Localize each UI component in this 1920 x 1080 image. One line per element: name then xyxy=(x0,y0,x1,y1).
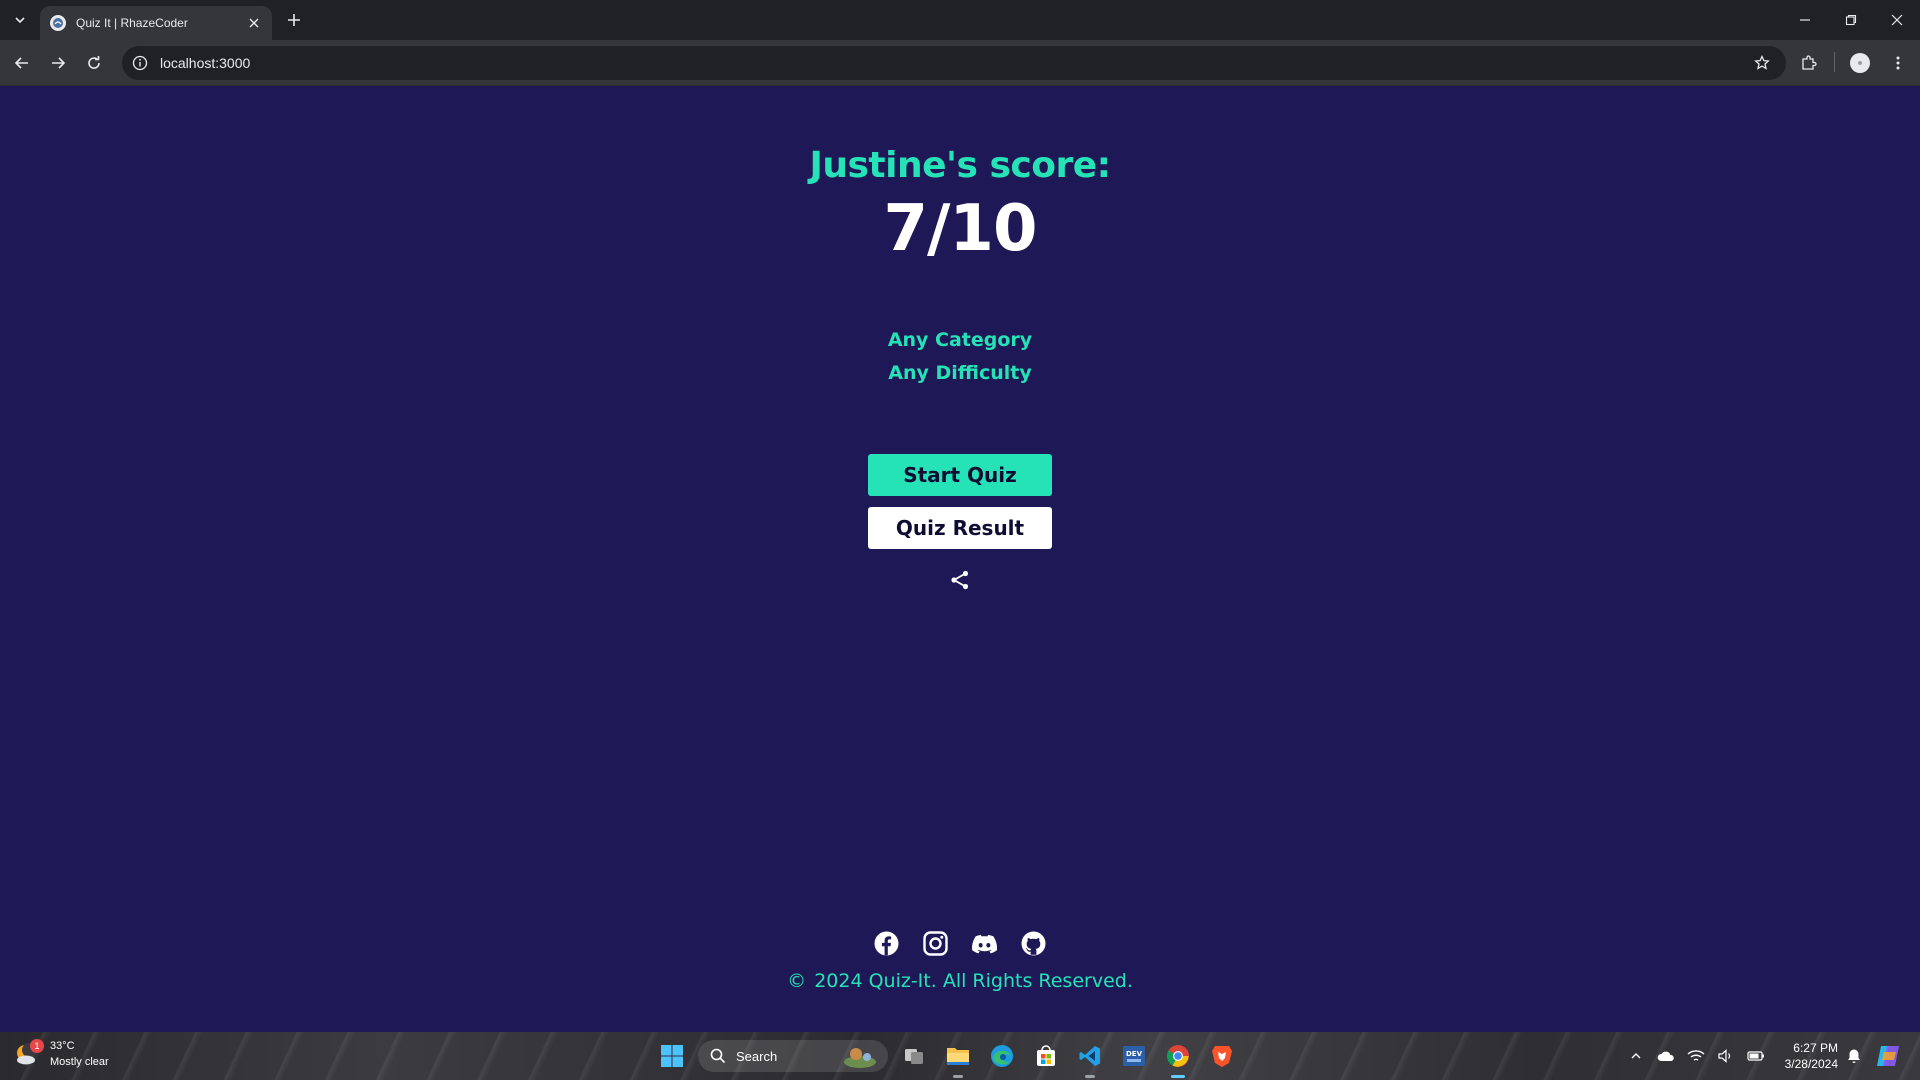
minimize-button[interactable] xyxy=(1782,0,1828,40)
url-text[interactable]: localhost:3000 xyxy=(160,55,250,71)
quiz-difficulty: Any Difficulty xyxy=(888,362,1032,384)
score-value: 7/10 xyxy=(883,192,1038,266)
tab-search-button[interactable] xyxy=(8,8,32,32)
svg-text:DEV: DEV xyxy=(1126,1050,1143,1058)
windows-taskbar: 1 33°C Mostly clear Search DEV 6:27 PM 3… xyxy=(0,1032,1920,1080)
tab-title: Quiz It | RhazeCoder xyxy=(76,16,188,30)
browser-tab-bar: Quiz It | RhazeCoder xyxy=(0,0,1920,40)
arrow-left-icon xyxy=(14,57,28,69)
chrome-icon[interactable] xyxy=(1160,1038,1196,1078)
search-highlight-icon xyxy=(844,1048,876,1068)
quiz-category: Any Category xyxy=(887,329,1033,351)
plus-icon xyxy=(288,14,300,26)
running-indicator xyxy=(953,1075,963,1078)
site-info-icon[interactable] xyxy=(128,51,152,75)
notification-bell-icon[interactable] xyxy=(1844,1046,1864,1066)
more-vertical-icon xyxy=(1896,56,1900,70)
address-bar[interactable]: localhost:3000 xyxy=(122,46,1786,80)
taskbar-search-box[interactable]: Search xyxy=(698,1040,888,1072)
clock-date: 3/28/2024 xyxy=(1784,1057,1838,1071)
search-icon xyxy=(710,1048,726,1064)
extensions-button[interactable] xyxy=(1797,51,1821,75)
edge-browser-icon[interactable] xyxy=(984,1038,1020,1074)
onedrive-icon[interactable] xyxy=(1656,1046,1676,1066)
weather-widget[interactable]: 1 33°C Mostly clear xyxy=(14,1038,109,1070)
brave-browser-icon[interactable] xyxy=(1204,1038,1240,1074)
weather-alert-badge: 1 xyxy=(30,1039,44,1053)
restore-button[interactable] xyxy=(1828,0,1874,40)
tray-overflow-icon[interactable] xyxy=(1626,1046,1646,1066)
facebook-icon[interactable] xyxy=(874,931,899,956)
file-explorer-icon[interactable] xyxy=(940,1038,976,1078)
vscode-icon[interactable] xyxy=(1072,1038,1108,1078)
task-view-icon[interactable] xyxy=(896,1038,932,1074)
share-icon xyxy=(951,570,969,590)
system-tray xyxy=(1626,1040,1766,1072)
tab-close-icon[interactable] xyxy=(246,15,262,31)
forward-button[interactable] xyxy=(46,51,70,75)
running-indicator xyxy=(1085,1075,1095,1078)
score-heading: Justine's score: xyxy=(809,145,1111,186)
minimize-icon xyxy=(1800,19,1810,21)
windows-start-icon[interactable] xyxy=(654,1038,690,1074)
browser-menu-button[interactable] xyxy=(1886,51,1910,75)
discord-icon[interactable] xyxy=(972,931,997,956)
puzzle-icon xyxy=(1802,55,1817,70)
toolbar-divider xyxy=(1834,52,1835,72)
copyright-symbol: © xyxy=(787,970,807,992)
copilot-icon[interactable] xyxy=(1874,1042,1902,1070)
battery-icon[interactable] xyxy=(1746,1046,1766,1066)
quiz-result-button[interactable]: Quiz Result xyxy=(868,507,1052,549)
chevron-down-icon xyxy=(15,17,25,24)
taskbar-clock[interactable]: 6:27 PM 3/28/2024 xyxy=(1776,1040,1838,1072)
microsoft-store-icon[interactable] xyxy=(1028,1038,1064,1074)
share-button[interactable] xyxy=(948,568,972,592)
volume-icon[interactable] xyxy=(1716,1046,1736,1066)
taskbar-apps: Search DEV xyxy=(654,1038,1240,1078)
start-quiz-button[interactable]: Start Quiz xyxy=(868,454,1052,496)
reload-icon xyxy=(88,56,100,69)
new-tab-button[interactable] xyxy=(282,8,306,32)
quiz-page: Justine's score: 7/10 Any Category Any D… xyxy=(0,87,1920,1032)
moon-cloud-icon: 1 xyxy=(14,1039,44,1067)
dev-app-icon[interactable]: DEV xyxy=(1116,1038,1152,1074)
weather-temperature: 33°C xyxy=(50,1040,75,1052)
weather-description: Mostly clear xyxy=(50,1056,109,1068)
github-icon[interactable] xyxy=(1021,931,1046,956)
back-button[interactable] xyxy=(10,51,34,75)
arrow-right-icon xyxy=(52,57,66,69)
close-icon xyxy=(1891,14,1903,26)
footer-copyright: © 2024 Quiz-It. All Rights Reserved. xyxy=(0,970,1920,992)
clock-time: 6:27 PM xyxy=(1793,1041,1838,1055)
site-favicon-icon xyxy=(50,15,66,31)
wifi-icon[interactable] xyxy=(1686,1046,1706,1066)
close-window-button[interactable] xyxy=(1874,0,1920,40)
restore-icon xyxy=(1845,14,1857,26)
browser-toolbar: localhost:3000 xyxy=(0,40,1920,86)
instagram-icon[interactable] xyxy=(923,931,948,956)
search-placeholder: Search xyxy=(736,1048,778,1064)
avatar xyxy=(1850,53,1870,73)
copyright-text: 2024 Quiz-It. All Rights Reserved. xyxy=(814,970,1133,992)
profile-button[interactable] xyxy=(1848,51,1872,75)
reload-button[interactable] xyxy=(82,51,106,75)
bookmark-star-icon[interactable] xyxy=(1750,51,1774,75)
active-app-indicator xyxy=(1171,1075,1185,1078)
social-links xyxy=(0,931,1920,956)
browser-tab[interactable]: Quiz It | RhazeCoder xyxy=(40,6,272,40)
